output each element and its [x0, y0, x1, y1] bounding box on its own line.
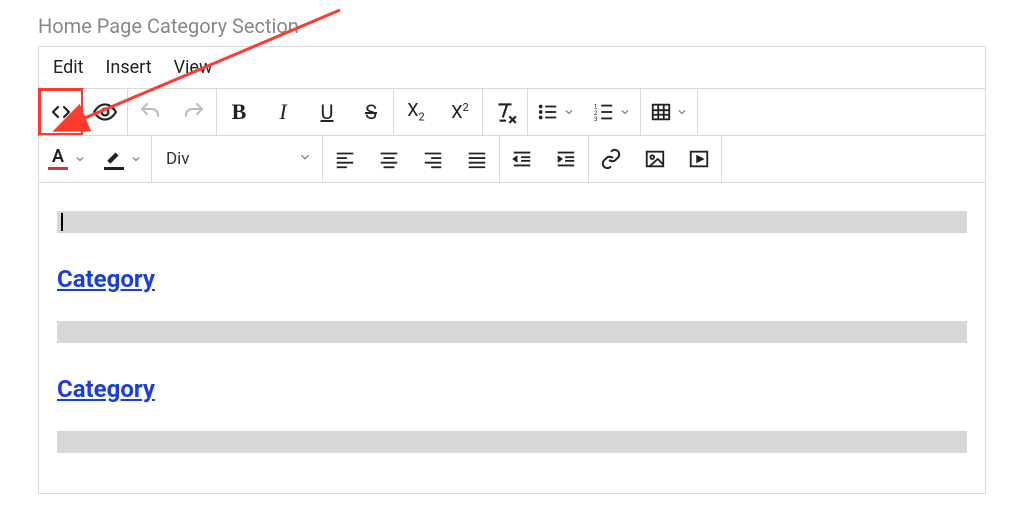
align-right-button[interactable] — [411, 136, 455, 182]
align-left-icon — [334, 148, 356, 170]
content-block[interactable] — [57, 211, 967, 233]
highlight-color-button[interactable] — [95, 136, 151, 182]
outdent-button[interactable] — [500, 136, 544, 182]
undo-button[interactable] — [128, 89, 172, 135]
align-center-button[interactable] — [367, 136, 411, 182]
highlight-icon — [104, 148, 124, 170]
italic-button[interactable]: I — [261, 89, 305, 135]
outdent-icon — [511, 148, 533, 170]
align-left-button[interactable] — [323, 136, 367, 182]
italic-icon: I — [279, 99, 286, 125]
subscript-icon: X2 — [407, 100, 424, 124]
align-justify-icon — [466, 148, 488, 170]
strikethrough-icon: S — [365, 100, 377, 124]
table-icon — [650, 101, 672, 123]
numbered-list-button[interactable]: 123 — [584, 89, 640, 135]
align-right-icon — [422, 148, 444, 170]
block-format-select[interactable]: Div — [152, 136, 322, 182]
bullet-list-button[interactable] — [528, 89, 584, 135]
chevron-down-icon — [676, 106, 688, 118]
editor-content[interactable]: Category Category — [39, 183, 985, 493]
video-button[interactable] — [677, 136, 721, 182]
chevron-down-icon — [563, 106, 575, 118]
redo-button[interactable] — [172, 89, 216, 135]
chevron-down-icon — [74, 153, 86, 165]
bold-button[interactable]: B — [217, 89, 261, 135]
chevron-down-icon — [619, 106, 631, 118]
category-link-1[interactable]: Category — [57, 265, 155, 293]
redo-icon — [182, 100, 206, 124]
menu-edit[interactable]: Edit — [53, 57, 83, 78]
image-icon — [644, 148, 666, 170]
content-block[interactable] — [57, 431, 967, 453]
image-button[interactable] — [633, 136, 677, 182]
indent-button[interactable] — [544, 136, 588, 182]
video-icon — [688, 148, 710, 170]
align-center-icon — [378, 148, 400, 170]
code-icon — [49, 100, 73, 124]
table-button[interactable] — [641, 89, 697, 135]
link-button[interactable] — [589, 136, 633, 182]
superscript-button[interactable]: X2 — [438, 89, 482, 135]
bullet-list-icon — [537, 101, 559, 123]
bold-icon: B — [232, 99, 247, 125]
menu-insert[interactable]: Insert — [105, 57, 151, 78]
editor-container: Edit Insert View — [38, 46, 986, 494]
page-title: Home Page Category Section — [0, 0, 1024, 46]
clear-format-icon — [492, 99, 518, 125]
menu-view[interactable]: View — [174, 57, 213, 78]
strikethrough-button[interactable]: S — [349, 89, 393, 135]
underline-button[interactable]: U — [305, 89, 349, 135]
menubar: Edit Insert View — [39, 47, 985, 89]
align-justify-button[interactable] — [455, 136, 499, 182]
undo-icon — [138, 100, 162, 124]
clear-formatting-button[interactable] — [483, 89, 527, 135]
indent-icon — [555, 148, 577, 170]
block-format-label: Div — [166, 149, 190, 169]
chevron-down-icon — [130, 153, 142, 165]
category-link-2[interactable]: Category — [57, 375, 155, 403]
text-color-icon: A — [48, 148, 68, 170]
preview-button[interactable] — [83, 89, 127, 135]
link-icon — [600, 148, 622, 170]
eye-icon — [92, 99, 118, 125]
toolbar: B I U S X2 X2 — [39, 89, 985, 183]
text-color-button[interactable]: A — [39, 136, 95, 182]
underline-icon: U — [321, 100, 334, 124]
content-block[interactable] — [57, 321, 967, 343]
svg-text:3: 3 — [594, 116, 598, 123]
source-code-button[interactable] — [39, 89, 83, 135]
chevron-down-icon — [298, 149, 312, 169]
superscript-icon: X2 — [451, 101, 468, 123]
numbered-list-icon: 123 — [593, 101, 615, 123]
subscript-button[interactable]: X2 — [394, 89, 438, 135]
